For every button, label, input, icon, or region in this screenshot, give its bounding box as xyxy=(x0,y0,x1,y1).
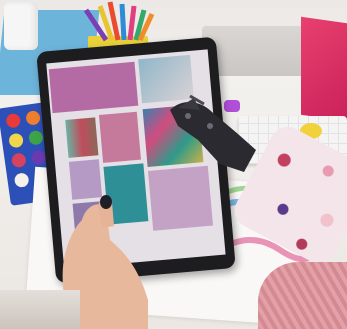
photo-scene xyxy=(0,0,347,329)
floor-shadow xyxy=(0,290,80,329)
pink-box xyxy=(301,16,347,122)
cup xyxy=(4,2,38,50)
screen-tile xyxy=(65,117,99,158)
colored-pencils xyxy=(83,1,155,42)
prosthetic-hand xyxy=(170,94,256,172)
screen-tile xyxy=(48,61,139,114)
screen-tile xyxy=(98,111,141,163)
knit-sleeve xyxy=(258,262,347,329)
